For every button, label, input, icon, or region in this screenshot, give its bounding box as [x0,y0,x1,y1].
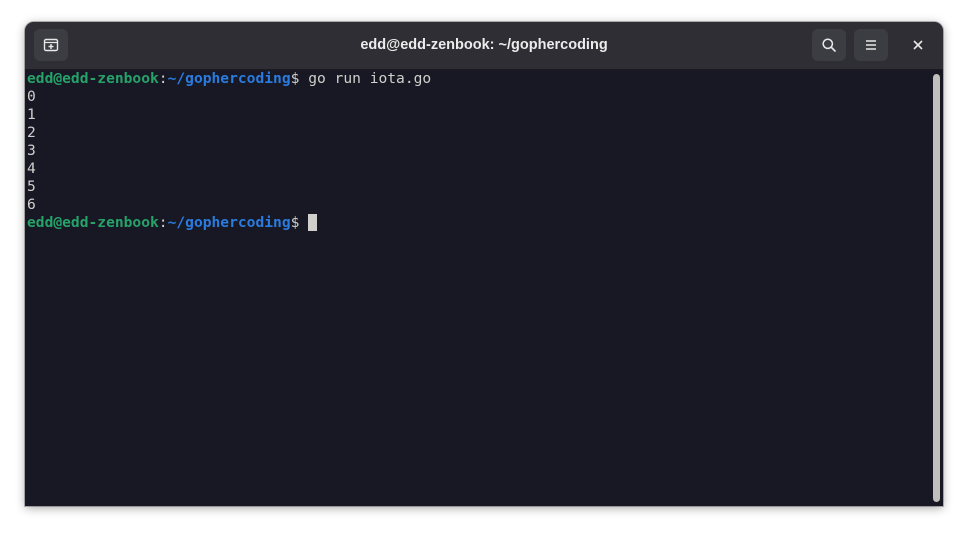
prompt-separator: : [158,214,168,231]
output-line: 2 [27,124,36,141]
command-text: go run iota.go [308,70,432,87]
new-tab-icon [43,38,59,52]
vertical-scrollbar[interactable] [929,70,943,506]
prompt-user: edd@edd-zenbook [27,214,159,231]
terminal-output[interactable]: edd@edd-zenbook:~/gophercoding$ go run i… [25,70,929,506]
output-line: 5 [27,178,36,195]
hamburger-menu-icon [866,40,876,50]
output-line: 6 [27,196,36,213]
prompt-user: edd@edd-zenbook [27,70,159,87]
search-icon [822,38,836,52]
close-icon [913,40,923,50]
search-button[interactable] [812,29,846,61]
text-cursor [308,214,318,231]
output-line: 3 [27,142,36,159]
terminal-window: edd@edd-zenbook: ~/gophercoding edd@edd-… [25,22,943,506]
window-title: edd@edd-zenbook: ~/gophercoding [360,37,608,53]
output-line: 4 [27,160,36,177]
menu-button[interactable] [854,29,888,61]
close-button[interactable] [902,29,934,61]
prompt-path: ~/gophercoding [167,214,291,231]
prompt-path: ~/gophercoding [167,70,291,87]
scrollbar-thumb[interactable] [933,74,940,502]
prompt-symbol: $ [290,214,309,231]
prompt-separator: : [158,70,168,87]
new-tab-button[interactable] [34,29,68,61]
output-line: 0 [27,88,36,105]
active-prompt-line: edd@edd-zenbook:~/gophercoding$ [27,214,318,232]
output-line: 1 [27,106,36,123]
prompt-symbol: $ [290,70,309,87]
header-bar: edd@edd-zenbook: ~/gophercoding [25,22,943,70]
command-line: edd@edd-zenbook:~/gophercoding$ go run i… [27,70,431,88]
